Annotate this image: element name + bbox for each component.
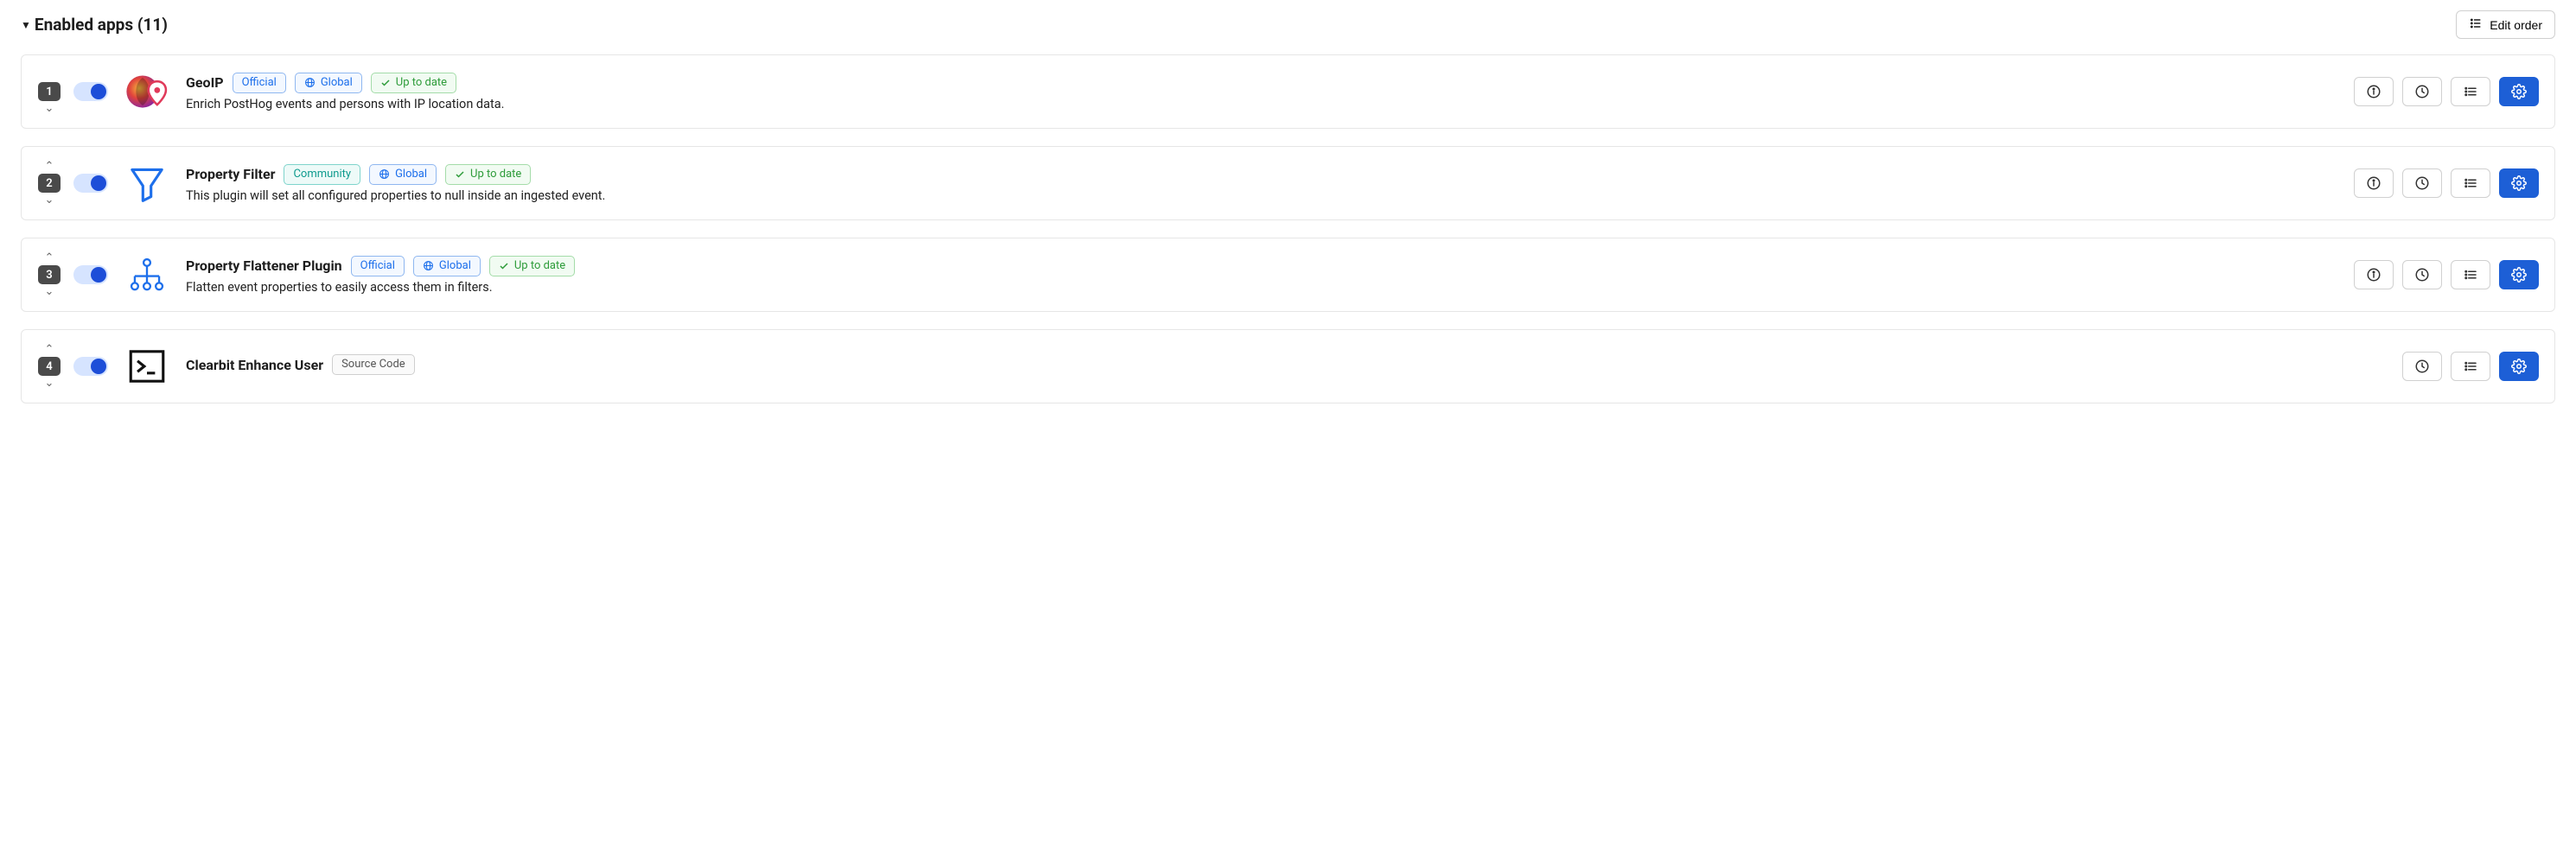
enable-toggle[interactable] <box>73 82 108 101</box>
enable-toggle[interactable] <box>73 174 108 193</box>
order-badge: 4 <box>38 357 61 376</box>
global-tag: Global <box>295 73 362 93</box>
enable-toggle[interactable] <box>73 357 108 376</box>
move-up-button[interactable]: ⌃ <box>45 251 54 265</box>
move-up-button[interactable]: ⌃ <box>45 342 54 357</box>
list-icon <box>2469 16 2483 33</box>
uptodate-tag: Up to date <box>445 164 531 185</box>
uptodate-tag: Up to date <box>489 256 575 276</box>
app-row: ⌃ 4 ⌄ Clearbit Enhance User Source Code <box>21 329 2555 403</box>
gear-button[interactable] <box>2499 260 2539 289</box>
global-tag: Global <box>369 164 437 185</box>
global-tag: Global <box>413 256 481 276</box>
community-tag: Community <box>284 164 360 185</box>
app-row: ⌃ 1 ⌄ GeoIP OfficialGlobalUp to date <box>21 54 2555 129</box>
clock-button[interactable] <box>2402 77 2442 106</box>
move-down-button[interactable]: ⌄ <box>45 193 54 207</box>
clock-button[interactable] <box>2402 352 2442 381</box>
order-badge: 2 <box>38 174 61 193</box>
move-up-button[interactable]: ⌃ <box>45 159 54 174</box>
flatten-icon <box>124 251 170 298</box>
gear-button[interactable] <box>2499 352 2539 381</box>
order-badge: 1 <box>38 82 61 101</box>
uptodate-tag: Up to date <box>371 73 456 93</box>
app-row: ⌃ 3 ⌄ Property Flattener Plugin Official… <box>21 238 2555 312</box>
order-badge: 3 <box>38 265 61 284</box>
app-title: GeoIP <box>186 74 224 91</box>
clock-button[interactable] <box>2402 168 2442 198</box>
source-code-tag: Source Code <box>332 354 415 375</box>
clock-button[interactable] <box>2402 260 2442 289</box>
gear-button[interactable] <box>2499 77 2539 106</box>
app-title: Property Flattener Plugin <box>186 257 342 274</box>
section-header[interactable]: ▼ Enabled apps (11) <box>21 15 168 35</box>
official-tag: Official <box>351 256 405 276</box>
geoip-icon <box>124 68 170 115</box>
app-description: Flatten event properties to easily acces… <box>186 280 2354 295</box>
info-button[interactable] <box>2354 260 2394 289</box>
edit-order-button[interactable]: Edit order <box>2456 10 2555 39</box>
app-row: ⌃ 2 ⌄ Property Filter Community Global Up … <box>21 146 2555 220</box>
info-button[interactable] <box>2354 77 2394 106</box>
list-button[interactable] <box>2451 260 2490 289</box>
list-button[interactable] <box>2451 352 2490 381</box>
info-button[interactable] <box>2354 168 2394 198</box>
terminal-icon <box>124 343 170 390</box>
move-down-button[interactable]: ⌄ <box>45 376 54 391</box>
edit-order-label: Edit order <box>2490 18 2542 32</box>
move-down-button[interactable]: ⌄ <box>45 284 54 299</box>
section-title-text: Enabled apps (11) <box>35 15 168 35</box>
app-title: Property Filter <box>186 166 275 182</box>
app-description: This plugin will set all configured prop… <box>186 188 2354 203</box>
caret-down-icon: ▼ <box>21 19 31 31</box>
gear-button[interactable] <box>2499 168 2539 198</box>
official-tag: Official <box>233 73 286 93</box>
funnel-icon <box>124 160 170 206</box>
app-description: Enrich PostHog events and persons with I… <box>186 97 2354 111</box>
enable-toggle[interactable] <box>73 265 108 284</box>
list-button[interactable] <box>2451 168 2490 198</box>
app-title: Clearbit Enhance User <box>186 357 323 373</box>
list-button[interactable] <box>2451 77 2490 106</box>
move-down-button[interactable]: ⌄ <box>45 101 54 116</box>
